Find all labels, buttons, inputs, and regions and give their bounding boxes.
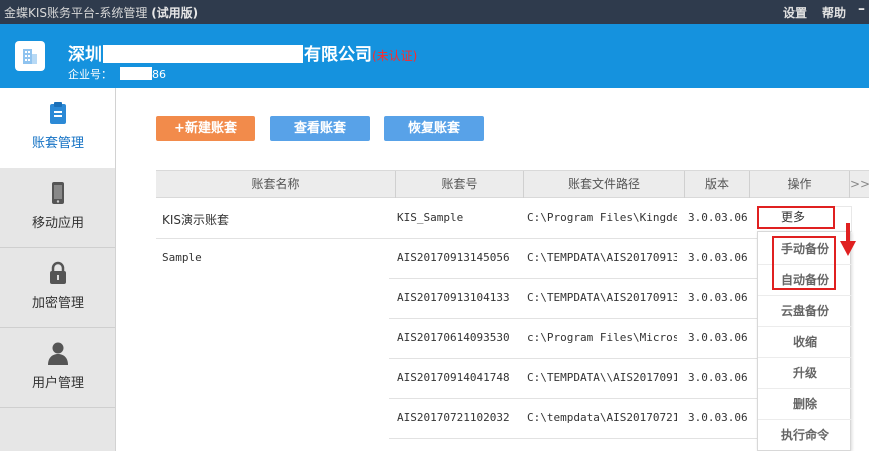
company-logo <box>15 41 45 71</box>
restore-account-set-button[interactable]: 恢复账套 <box>384 116 484 141</box>
cell-version: 3.0.03.06 <box>688 291 748 304</box>
cell-name: Sample <box>162 251 202 264</box>
company-name: 深圳 有限公司(未认证) <box>68 40 417 65</box>
sidebar-item-users[interactable]: 用户管理 <box>0 328 116 408</box>
column-header-name[interactable]: 账套名称 <box>156 171 396 198</box>
cell-path: c:\Program Files\Microsof <box>527 331 677 344</box>
sidebar-divider <box>115 88 116 451</box>
sidebar-item-label: 用户管理 <box>31 376 84 391</box>
new-account-set-button[interactable]: +新建账套 <box>156 116 255 141</box>
cell-path: C:\tempdata\AIS2017072110 <box>527 411 677 424</box>
cell-path: C:\TEMPDATA\AIS2017091310 <box>527 291 677 304</box>
cell-path: C:\TEMPDATA\AIS2017091314 <box>527 251 677 264</box>
cell-version: 3.0.03.06 <box>688 371 748 384</box>
cell-number: AIS20170721102032 <box>397 411 510 424</box>
column-header-version[interactable]: 版本 <box>685 171 750 198</box>
cell-number: KIS_Sample <box>397 211 464 224</box>
company-header: 深圳 有限公司(未认证) 企业号： 86 <box>0 24 869 88</box>
redacted-block <box>103 45 303 63</box>
company-name-prefix: 深圳 <box>68 45 102 65</box>
highlight-box <box>772 236 836 290</box>
menu-item-execute-command[interactable]: 执行命令 <box>758 420 852 451</box>
building-icon <box>23 49 37 64</box>
cell-number: AIS20170913104133 <box>397 291 510 304</box>
redacted-block <box>120 67 152 80</box>
cell-number: AIS20170614093530 <box>397 331 510 344</box>
sidebar-item-label: 加密管理 <box>31 296 84 311</box>
menu-item-delete[interactable]: 删除 <box>758 389 852 420</box>
sidebar-item-label: 移动应用 <box>31 216 84 231</box>
cell-number: AIS20170913145056 <box>397 251 510 264</box>
view-account-set-button[interactable]: 查看账套 <box>270 116 370 141</box>
cell-version: 3.0.03.06 <box>688 331 748 344</box>
settings-link[interactable]: 设置 <box>783 4 807 21</box>
cell-path: C:\TEMPDATA\\AIS2017091404 <box>527 371 677 384</box>
clipboard-icon <box>50 102 66 124</box>
certification-status[interactable]: (未认证) <box>372 49 417 63</box>
column-header-number[interactable]: 账套号 <box>396 171 524 198</box>
enterprise-id-suffix: 86 <box>152 68 166 81</box>
title-bar: 金蝶KIS账务平台-系统管理 (试用版) 设置 帮助 – <box>0 0 869 24</box>
sidebar-item-label: 账套管理 <box>31 136 84 151</box>
sidebar-item-mobile-apps[interactable]: 移动应用 <box>0 168 116 248</box>
menu-item-cloud-backup[interactable]: 云盘备份 <box>758 296 852 327</box>
app-title: 金蝶KIS账务平台-系统管理 <box>4 6 148 20</box>
menu-item-shrink[interactable]: 收缩 <box>758 327 852 358</box>
lock-icon <box>50 261 66 284</box>
cell-path: C:\Program Files\Kingdee\ <box>527 211 677 224</box>
down-arrow-icon <box>840 223 856 256</box>
more-button[interactable]: 更多 <box>757 206 835 229</box>
enterprise-id: 企业号： 86 <box>68 66 166 82</box>
window-title: 金蝶KIS账务平台-系统管理 (试用版) <box>4 4 198 21</box>
enterprise-id-label: 企业号： <box>68 68 112 81</box>
minimize-button[interactable]: – <box>858 1 865 17</box>
cell-version: 3.0.03.06 <box>688 411 748 424</box>
column-expand-button[interactable]: >> <box>850 171 869 198</box>
phone-icon <box>52 182 64 204</box>
menu-item-upgrade[interactable]: 升级 <box>758 358 852 389</box>
user-icon <box>48 342 68 365</box>
cell-name: KIS演示账套 <box>162 213 230 227</box>
cell-version: 3.0.03.06 <box>688 211 748 224</box>
row-divider <box>389 438 757 439</box>
sidebar-item-encryption[interactable]: 加密管理 <box>0 248 116 328</box>
table-header: 账套名称 账套号 账套文件路径 版本 操作 >> <box>156 170 869 198</box>
cell-version: 3.0.03.06 <box>688 251 748 264</box>
cell-number: AIS20170914041748 <box>397 371 510 384</box>
column-header-path[interactable]: 账套文件路径 <box>524 171 685 198</box>
column-header-actions: 操作 <box>750 171 850 198</box>
sidebar-item-account-sets[interactable]: 账套管理 <box>0 88 116 168</box>
trial-badge: (试用版) <box>151 6 199 20</box>
sidebar: 账套管理 移动应用 加密管理 用户管理 <box>0 88 116 451</box>
help-link[interactable]: 帮助 <box>822 4 846 21</box>
company-name-suffix: 有限公司 <box>304 45 372 65</box>
